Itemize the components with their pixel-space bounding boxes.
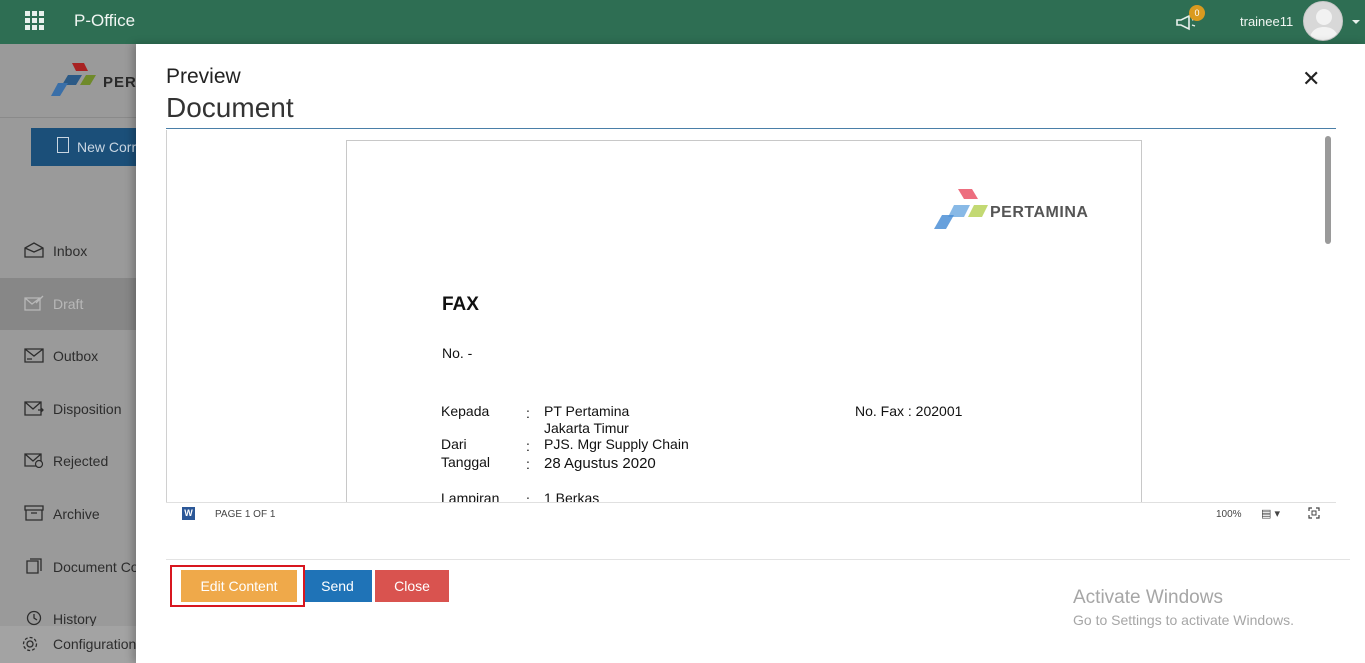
outbox-icon — [24, 348, 44, 363]
activate-windows-subtitle: Go to Settings to activate Windows. — [1073, 612, 1294, 628]
gear-icon — [22, 636, 38, 652]
top-bar: P-Office 0 trainee11 — [0, 0, 1365, 44]
sidebar-item-label: Document Co — [53, 559, 139, 575]
sidebar-item-label: History — [53, 611, 97, 627]
pertamina-logo-icon — [51, 63, 96, 96]
sidebar-item-label: Draft — [53, 296, 84, 312]
field-label-dari: Dari — [441, 436, 467, 452]
sidebar-item-label: Outbox — [53, 348, 99, 364]
document-page: PERTAMINA FAX No. - Kepada : PT Pertamin… — [346, 140, 1142, 510]
new-correspondence-button[interactable]: New Corre — [31, 128, 151, 166]
word-icon: W — [182, 507, 195, 520]
sidebar: PERT New Corre Inbox Draft Outbox Dispos… — [0, 44, 151, 663]
avatar[interactable] — [1303, 1, 1343, 41]
disposition-icon — [24, 401, 44, 416]
field-colon: : — [526, 405, 530, 421]
sidebar-item-draft[interactable]: Draft — [0, 278, 140, 330]
field-colon: : — [526, 456, 530, 472]
notification-badge: 0 — [1189, 5, 1205, 21]
fax-number: No. Fax : 202001 — [855, 403, 963, 419]
sidebar-item-outbox[interactable]: Outbox — [0, 330, 140, 382]
send-button[interactable]: Send — [303, 570, 372, 602]
caret-down-icon[interactable] — [1352, 20, 1360, 24]
sidebar-item-label: Archive — [53, 506, 100, 522]
document-logo-text: PERTAMINA — [990, 204, 1089, 221]
title-divider — [166, 128, 1336, 129]
notifications[interactable]: 0 — [1175, 5, 1205, 34]
field-value-kepada-line2: Jakarta Timur — [544, 420, 629, 436]
archive-icon — [24, 505, 44, 521]
sidebar-item-rejected[interactable]: Rejected — [0, 435, 140, 487]
sidebar-logo: PERT — [0, 44, 146, 118]
document-control-icon — [26, 558, 42, 574]
history-icon — [26, 610, 42, 626]
username[interactable]: trainee11 — [1240, 14, 1293, 29]
sidebar-item-label: Disposition — [53, 401, 122, 417]
modal-subtitle: Document — [166, 92, 294, 123]
zoom-level[interactable]: 100% — [1216, 509, 1242, 520]
field-label-kepada: Kepada — [441, 403, 490, 419]
sidebar-item-inbox[interactable]: Inbox — [0, 225, 140, 277]
field-label-tanggal: Tanggal — [441, 454, 491, 470]
close-button[interactable]: Close — [375, 570, 449, 602]
app-title[interactable]: P-Office — [74, 11, 135, 31]
document-viewer[interactable]: PERTAMINA FAX No. - Kepada : PT Pertamin… — [166, 130, 1336, 524]
preview-modal: Preview Document ✕ PERTAMINA FAX No. - K… — [136, 44, 1365, 663]
field-value-tanggal: 28 Agustus 2020 — [544, 455, 656, 472]
footer-divider — [166, 559, 1350, 560]
sidebar-item-document-control[interactable]: Document Co — [0, 541, 140, 593]
viewer-status-bar: W PAGE 1 OF 1 100% ▤ ▾ — [166, 502, 1336, 524]
sidebar-item-archive[interactable]: Archive — [0, 488, 140, 540]
sidebar-item-label: Inbox — [53, 243, 88, 259]
field-value-kepada: PT Pertamina — [544, 403, 630, 419]
sidebar-item-configuration[interactable]: Configuration — [0, 626, 136, 663]
configuration-label: Configuration — [53, 636, 136, 652]
viewer-scrollbar[interactable] — [1325, 136, 1331, 244]
sidebar-item-disposition[interactable]: Disposition — [0, 383, 140, 435]
close-icon[interactable]: ✕ — [1302, 66, 1320, 92]
new-document-icon — [57, 137, 69, 153]
fullscreen-icon[interactable] — [1308, 507, 1320, 519]
view-mode-dropdown[interactable]: ▤ ▾ — [1261, 507, 1280, 520]
modal-title: Preview — [166, 65, 241, 88]
inbox-icon — [24, 242, 44, 258]
document-number: No. - — [442, 345, 473, 361]
sidebar-item-label: Rejected — [53, 453, 109, 469]
rejected-icon — [24, 453, 44, 468]
activate-windows-title: Activate Windows — [1073, 587, 1223, 608]
field-colon: : — [526, 438, 530, 454]
draft-icon — [24, 295, 44, 311]
page-indicator: PAGE 1 OF 1 — [215, 509, 276, 520]
pertamina-logo-icon — [934, 189, 988, 229]
grid-icon[interactable] — [25, 11, 45, 31]
document-heading: FAX — [442, 294, 479, 315]
field-value-dari: PJS. Mgr Supply Chain — [544, 436, 689, 452]
highlight-annotation — [170, 565, 305, 607]
user-silhouette-icon — [1309, 9, 1339, 40]
new-correspondence-label: New Corre — [77, 139, 144, 155]
